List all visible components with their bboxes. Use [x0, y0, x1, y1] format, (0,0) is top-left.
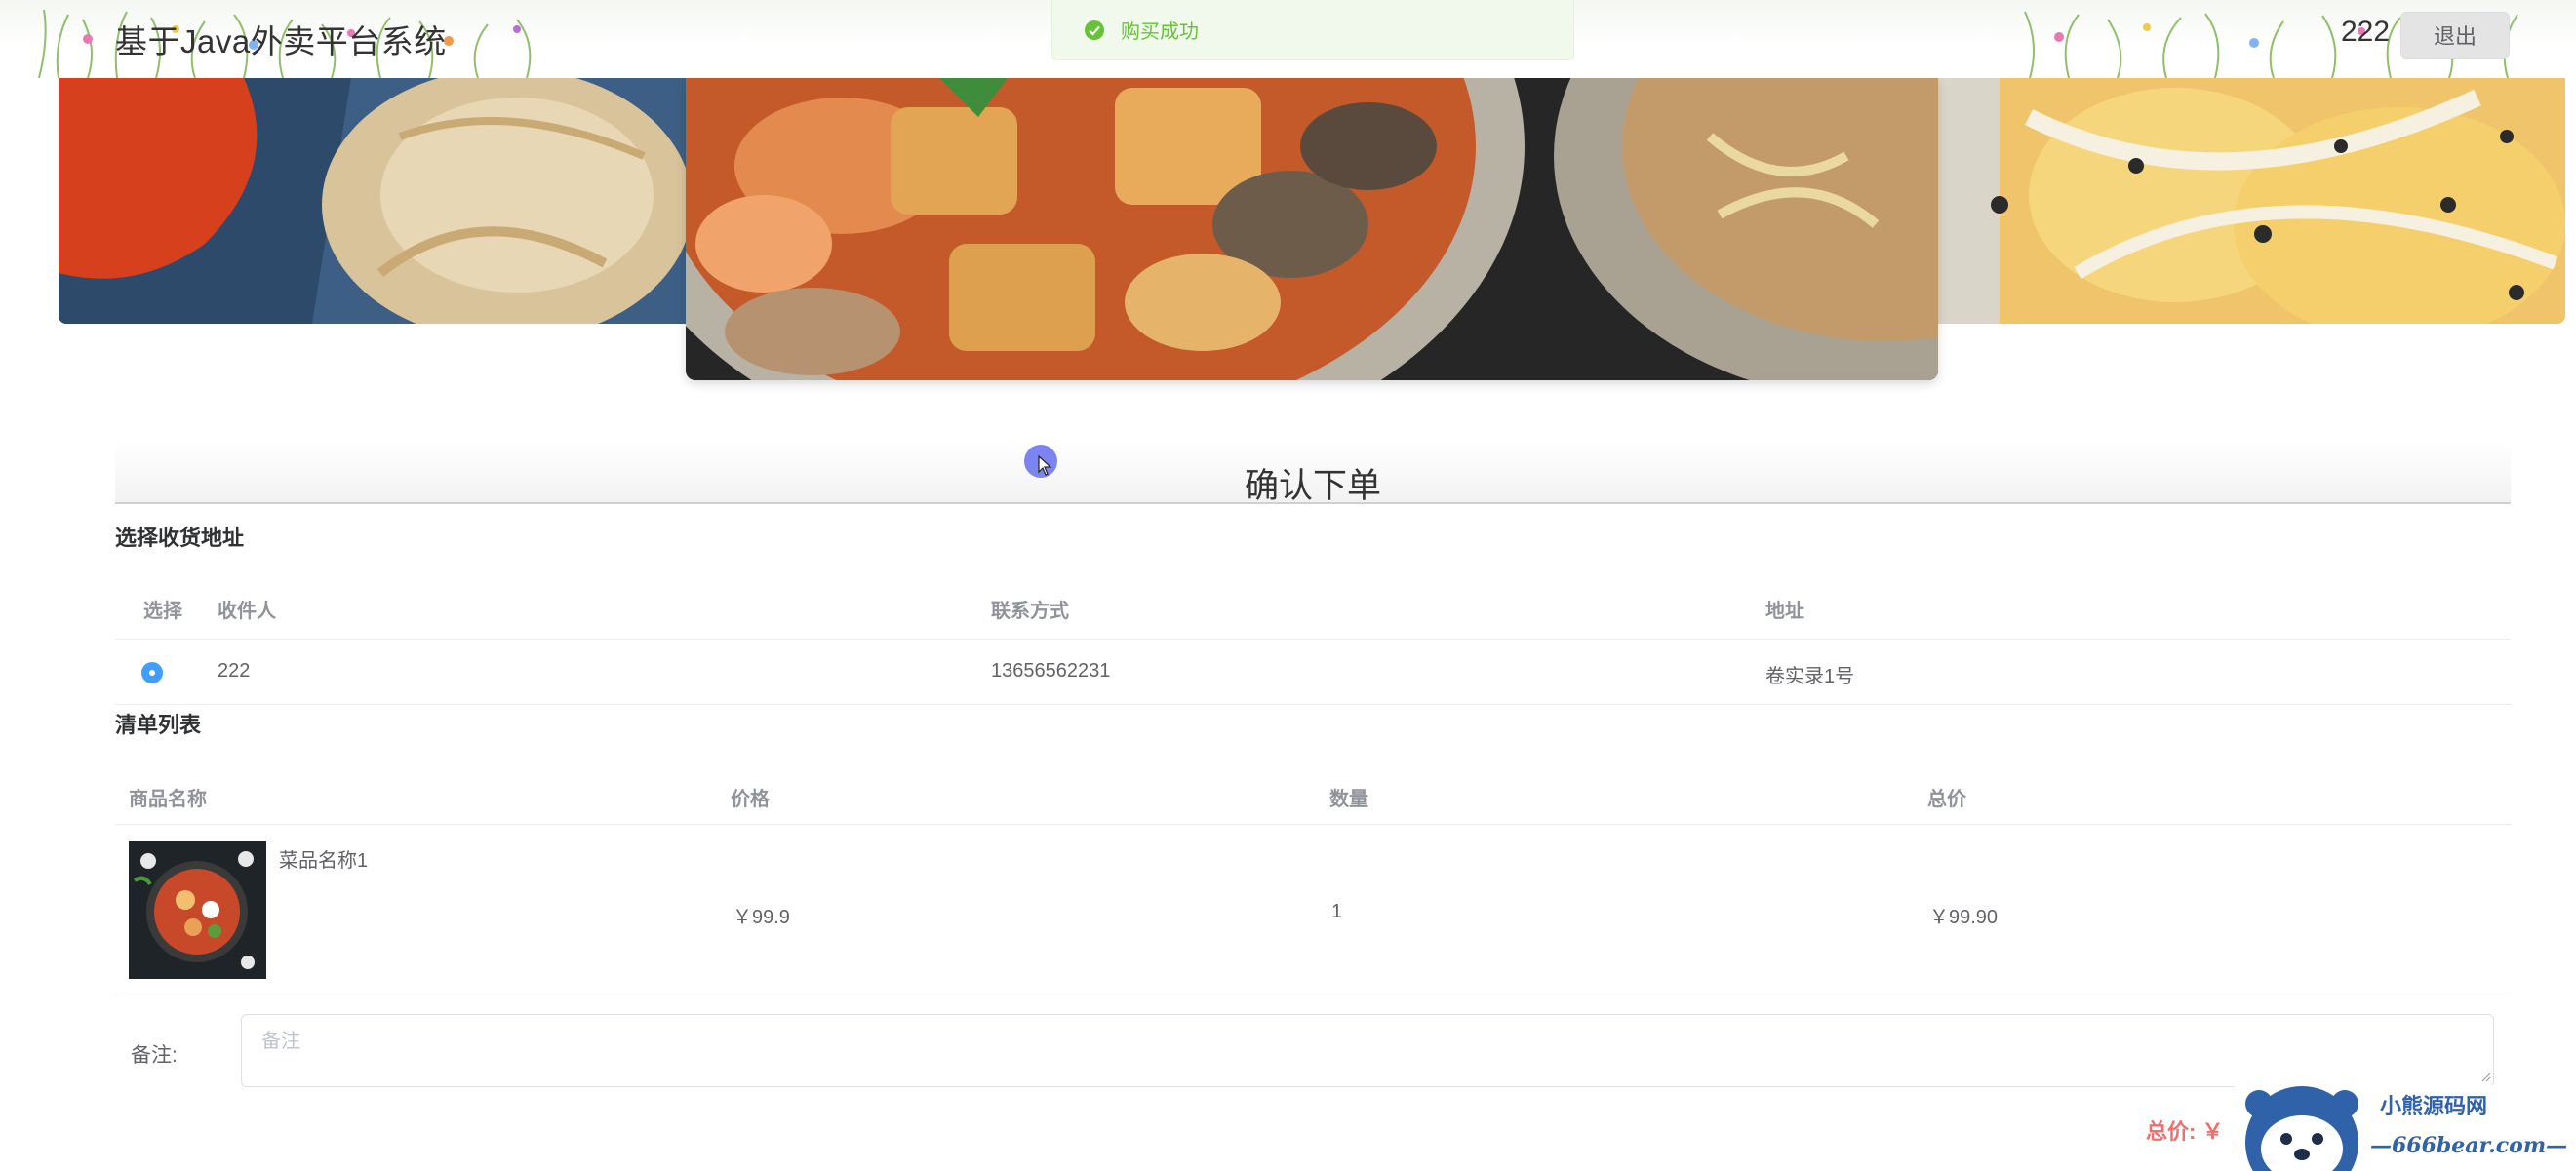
carousel-slide-active[interactable] [686, 78, 1938, 380]
table-row[interactable]: 222 13656562231 卷实录1号 [115, 641, 2511, 705]
toast-message: 购买成功 [1121, 21, 1199, 43]
carousel-indicator-3[interactable] [1373, 400, 1407, 410]
watermark-line-1: 小熊源码网 [2380, 1094, 2487, 1119]
column-header-total: 总价 [1927, 789, 1966, 810]
carousel-indicator-2[interactable] [1346, 400, 1362, 410]
seafood-dish-image [686, 78, 1938, 380]
carousel-indicator-1[interactable] [1319, 400, 1334, 410]
dish-thumbnail [129, 841, 266, 979]
address-radio[interactable] [141, 662, 163, 683]
success-toast: 购买成功 [1051, 0, 1574, 60]
address-table: 选择 收件人 联系方式 地址 222 13656562231 卷实录1号 [115, 570, 2511, 705]
check-circle-icon [1085, 20, 1104, 40]
dish-subtotal: ￥99.90 [1929, 907, 1999, 928]
order-items-table: 商品名称 价格 数量 总价 菜品名称1 ￥99.9 1 ￥99.90 [115, 759, 2511, 996]
current-username: 222 [2341, 16, 2391, 48]
food-carousel[interactable] [0, 78, 2576, 410]
order-title-bar: 确认下单 [115, 441, 2511, 505]
column-header-price: 价格 [731, 789, 770, 810]
carousel-slide-prev[interactable] [59, 78, 693, 324]
column-header-quantity: 数量 [1329, 789, 1368, 810]
logout-button[interactable]: 退出 [2400, 12, 2510, 59]
site-watermark: 小熊源码网 —666bear.com— [2214, 1082, 2576, 1171]
list-section-title: 清单列表 [115, 713, 202, 737]
site-title: 基于Java外卖平台系统 [115, 23, 447, 59]
total-price-label: 总价: ￥ [2146, 1119, 2224, 1144]
remark-input[interactable] [241, 1014, 2494, 1087]
receiver-phone: 13656562231 [991, 660, 1111, 682]
food-image [59, 78, 693, 324]
mouse-cursor-icon [1038, 455, 1052, 476]
column-header-address: 地址 [1765, 601, 1804, 622]
resize-handle-icon[interactable] [2481, 1073, 2491, 1082]
column-header-receiver: 收件人 [218, 601, 276, 622]
address-section-title: 选择收货地址 [115, 526, 245, 550]
dish-quantity: 1 [1331, 901, 1343, 922]
watermark-line-2: —666bear.com— [2370, 1133, 2567, 1158]
dish-price: ￥99.9 [733, 907, 790, 928]
carousel-indicators [1319, 400, 1407, 410]
order-title: 确认下单 [1244, 467, 1381, 505]
column-header-phone: 联系方式 [991, 601, 1069, 622]
food-image [1931, 78, 2565, 324]
items-table-header: 商品名称 价格 数量 总价 [115, 759, 2511, 825]
remark-label: 备注: [131, 1044, 178, 1067]
dish-name: 菜品名称1 [279, 850, 369, 872]
receiver-address: 卷实录1号 [1765, 666, 1855, 687]
receiver-name: 222 [218, 660, 251, 682]
column-header-product: 商品名称 [129, 789, 207, 810]
carousel-slide-next[interactable] [1931, 78, 2565, 324]
table-row: 菜品名称1 ￥99.9 1 ￥99.90 [115, 825, 2511, 995]
dish-image [129, 841, 266, 979]
bear-logo-icon: 小熊源码网 —666bear.com— [2245, 1086, 2567, 1171]
column-header-select: 选择 [143, 601, 182, 622]
address-table-header: 选择 收件人 联系方式 地址 [115, 570, 2511, 640]
